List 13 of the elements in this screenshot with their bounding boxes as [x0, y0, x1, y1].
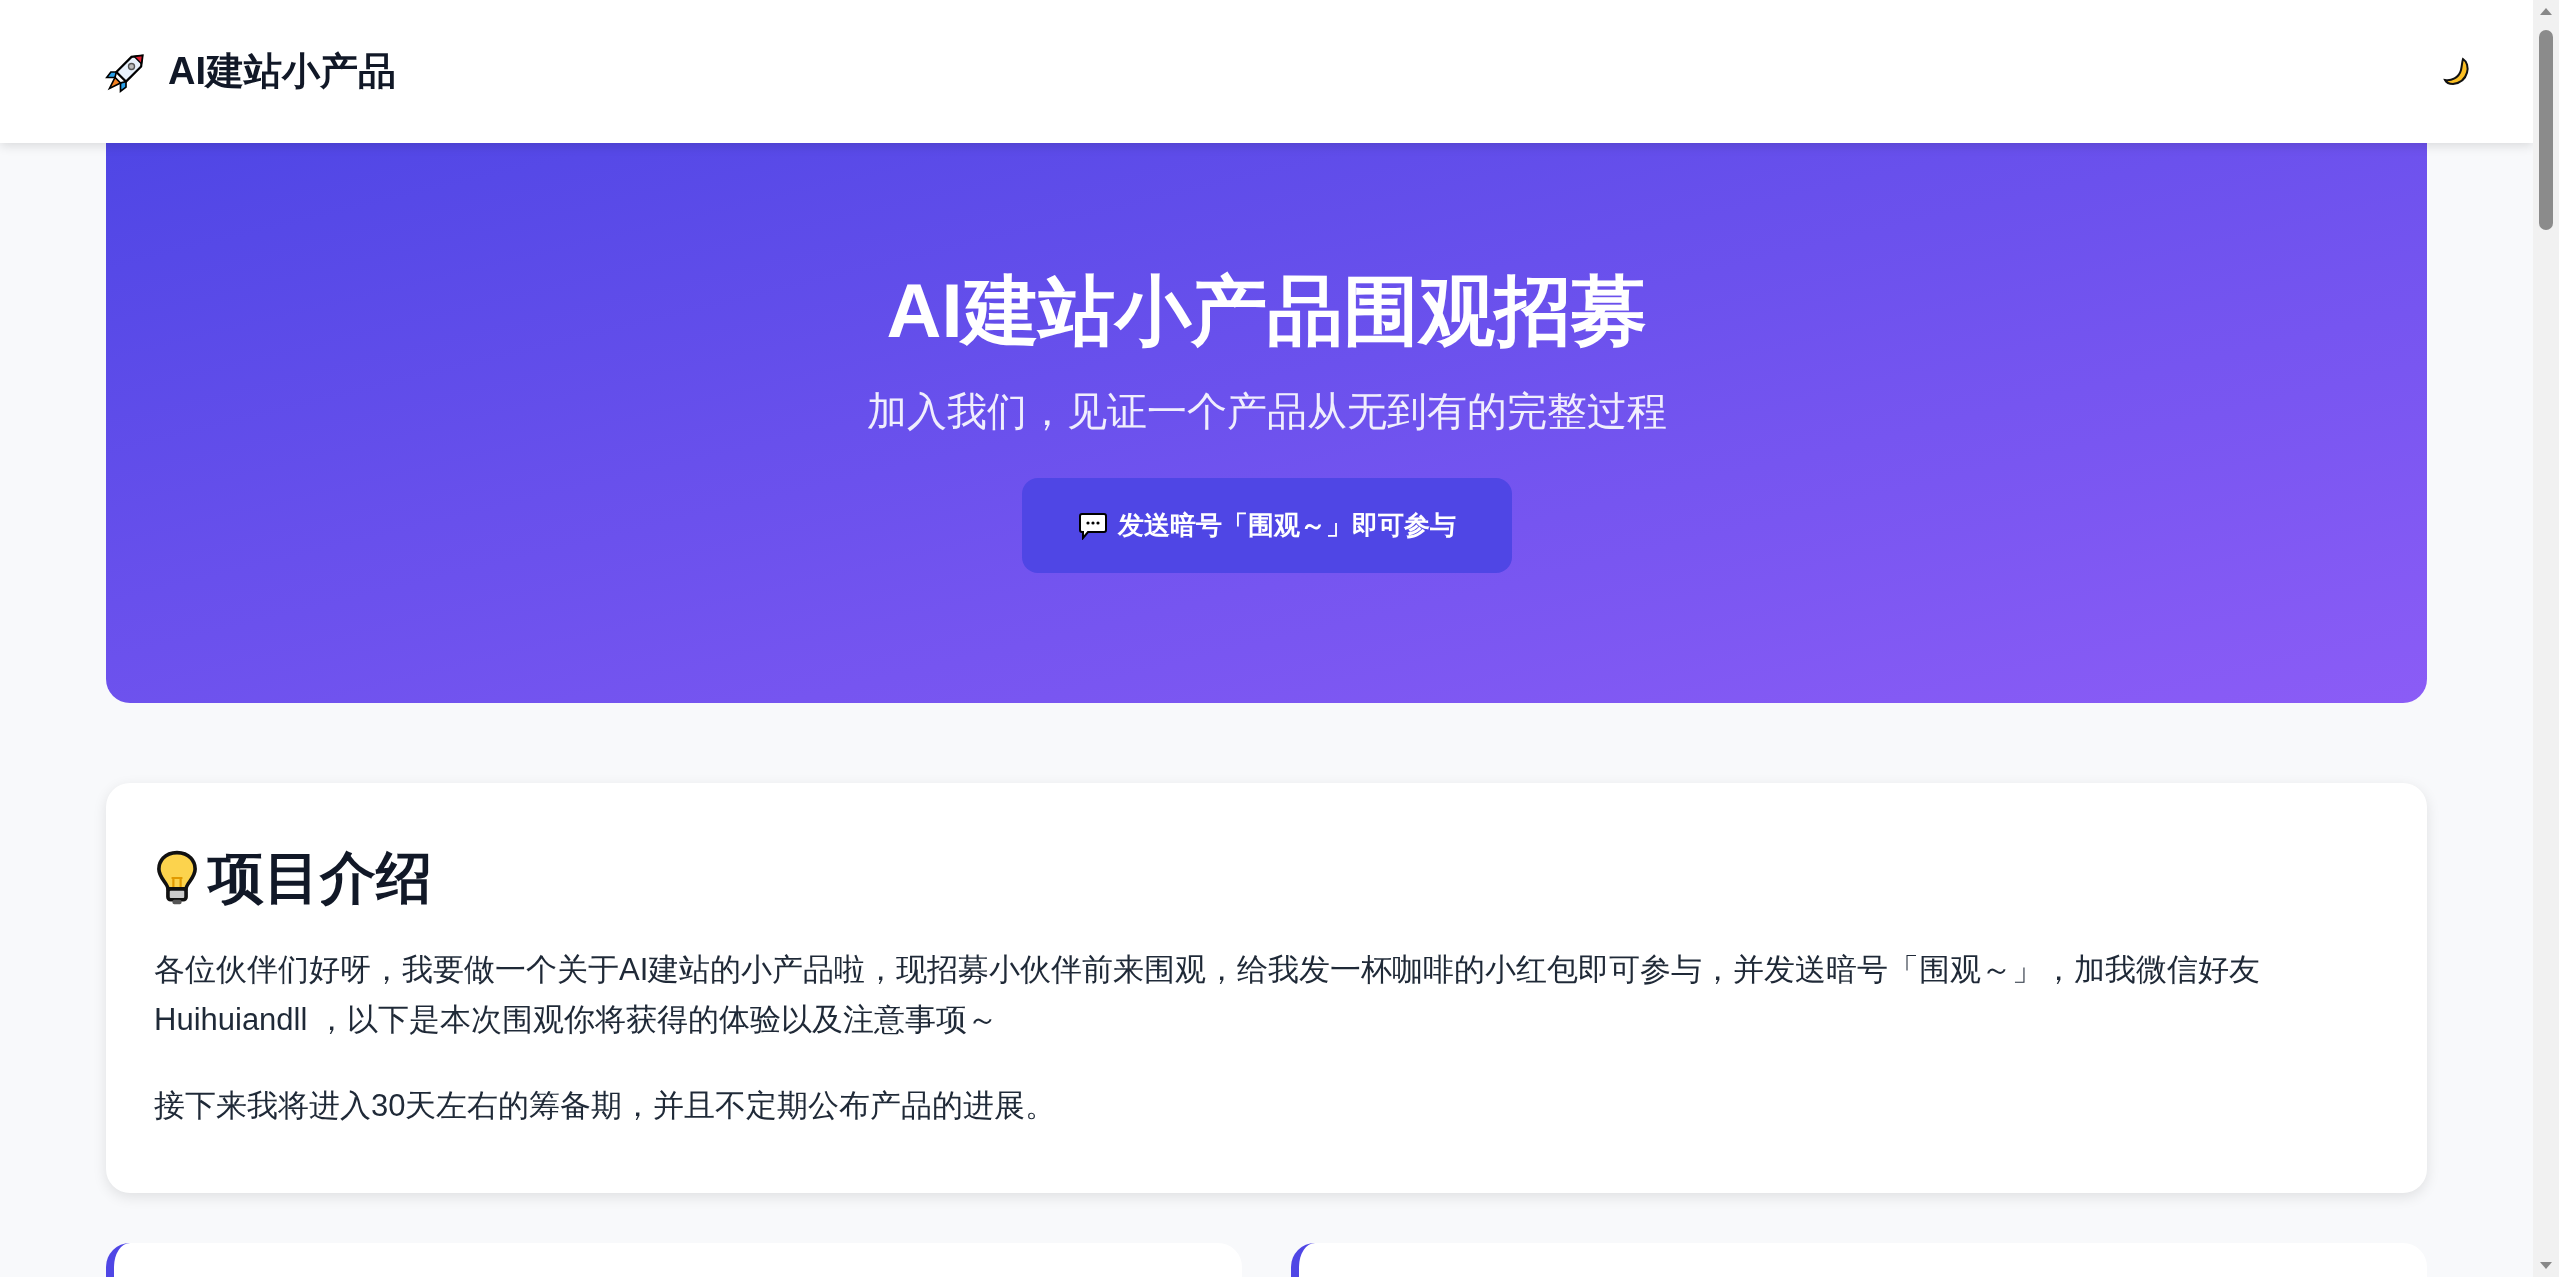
scroll-down-icon[interactable] [2539, 1261, 2553, 1271]
hero-title: AI建站小产品围观招募 [886, 267, 1647, 355]
scrollbar-thumb[interactable] [2539, 30, 2553, 230]
intro-paragraph: 接下来我将进入30天左右的筹备期，并且不定期公布产品的进展。 [154, 1087, 1058, 1125]
site-title[interactable]: AI建站小产品 [168, 43, 396, 100]
light-bulb-icon [154, 849, 200, 907]
speech-bubble-icon [1077, 511, 1108, 540]
hero-subtitle: 加入我们，见证一个产品从无到有的完整过程 [866, 388, 1667, 435]
intro-paragraph: 各位伙伴们好呀，我要做一个关于AI建站的小产品啦，现招募小伙伴前来围观，给我发一杯咖啡的小红包即可参与，并发送暗号「围观～」，加我微信好友 Huihuiandll ，以下是本次围观你将获得的体验以及注意事项～ [154, 951, 2262, 1039]
scroll-up-icon[interactable] [2539, 6, 2553, 16]
scrollbar[interactable] [2533, 0, 2559, 1277]
section-heading: 项目介绍 [208, 845, 432, 911]
join-button[interactable]: 发送暗号「围观～」即可参与 [1021, 478, 1512, 573]
